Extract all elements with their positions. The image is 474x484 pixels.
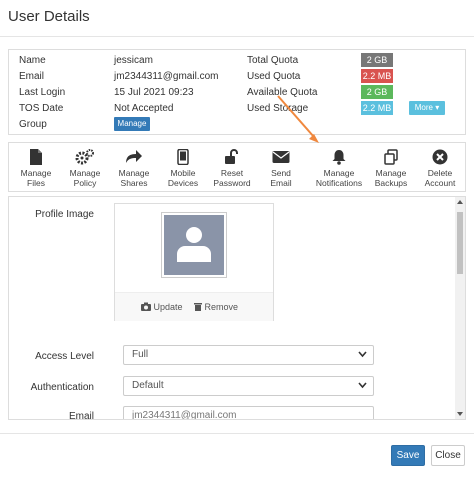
scroll-down-icon[interactable] — [457, 412, 463, 416]
scroll-thumb[interactable] — [457, 212, 463, 274]
tool-label-2: Policy — [73, 178, 97, 188]
mobile-devices-button[interactable]: Mobile Devices — [158, 143, 208, 193]
tool-label-2: Devices — [167, 178, 199, 188]
trash-icon — [194, 303, 202, 311]
manage-notifications-button[interactable]: Manage Notifications — [311, 143, 367, 193]
tool-label-2: Email — [270, 178, 292, 188]
profile-image-label: Profile Image — [35, 209, 94, 220]
camera-icon — [141, 302, 151, 311]
manage-files-button[interactable]: Manage Files — [11, 143, 61, 193]
tool-label-1: Reset — [220, 168, 244, 178]
total-quota-badge: 2 GB — [361, 53, 393, 67]
update-image-button[interactable]: Update — [141, 302, 183, 312]
manage-shares-button[interactable]: Manage Shares — [109, 143, 159, 193]
authentication-label: Authentication — [30, 382, 94, 393]
name-label: Name — [19, 55, 46, 66]
email-label: Email — [19, 71, 45, 82]
used-storage-label: Used Storage — [247, 103, 309, 114]
action-toolbar: Manage Files Manage Policy Manage Shares… — [8, 142, 466, 192]
image-actions: Update Remove — [115, 292, 273, 321]
tool-label-1: Mobile — [170, 168, 196, 178]
tool-label-1: Send — [271, 168, 291, 178]
user-details-modal: User Details Name Email Last Login TOS D… — [0, 0, 474, 484]
last-login-label: Last Login — [19, 87, 66, 98]
total-quota-label: Total Quota — [247, 55, 299, 66]
default-avatar-icon — [164, 215, 224, 275]
used-quota-badge: 2.2 MB — [361, 69, 393, 83]
header-divider — [0, 36, 474, 37]
tool-label-2: Notifications — [315, 178, 363, 188]
delete-account-button[interactable]: Delete Account — [415, 143, 465, 193]
email-field[interactable]: jm2344311@gmail.com — [123, 406, 374, 419]
tos-date-value: Not Accepted — [114, 103, 174, 114]
email-value: jm2344311@gmail.com — [114, 71, 219, 82]
tool-label-1: Delete — [427, 168, 453, 178]
copy-icon — [384, 149, 398, 165]
used-quota-label: Used Quota — [247, 71, 301, 82]
footer-divider — [0, 433, 474, 434]
close-button[interactable]: Close — [431, 445, 465, 466]
tool-label-2: Files — [27, 178, 45, 188]
chevron-down-icon — [358, 351, 367, 358]
access-level-value: Full — [132, 349, 149, 360]
tool-label-1: Manage — [69, 168, 101, 178]
authentication-select[interactable]: Default — [123, 376, 374, 396]
remove-image-button[interactable]: Remove — [194, 302, 238, 312]
access-level-select[interactable]: Full — [123, 345, 374, 365]
save-button[interactable]: Save — [391, 445, 425, 466]
gears-icon — [75, 149, 94, 165]
envelope-icon — [272, 151, 290, 163]
avatar — [161, 212, 227, 278]
bell-icon — [332, 150, 346, 165]
tos-date-label: TOS Date — [19, 103, 64, 114]
tool-label-1: Manage — [20, 168, 52, 178]
authentication-value: Default — [132, 380, 164, 391]
delete-circle-icon — [432, 149, 448, 165]
scroll-up-icon[interactable] — [457, 200, 463, 204]
file-icon — [30, 149, 42, 165]
tool-label-1: Manage — [375, 168, 407, 178]
name-value: jessicam — [114, 55, 153, 66]
tool-label-2: Password — [213, 178, 251, 188]
available-quota-label: Available Quota — [247, 87, 318, 98]
chevron-down-icon — [358, 382, 367, 389]
available-quota-badge: 2 GB — [361, 85, 393, 99]
manage-policy-button[interactable]: Manage Policy — [60, 143, 110, 193]
user-info-panel: Name Email Last Login TOS Date Group jes… — [8, 49, 466, 135]
share-arrow-icon — [126, 150, 142, 163]
send-email-button[interactable]: Send Email — [256, 143, 306, 193]
group-label: Group — [19, 119, 47, 130]
update-label: Update — [153, 302, 183, 312]
group-manage-button[interactable]: Manage — [114, 117, 150, 131]
access-level-label: Access Level — [35, 351, 94, 362]
modal-title: User Details — [8, 8, 90, 25]
tool-label-1: Manage — [118, 168, 150, 178]
unlock-icon — [225, 149, 238, 164]
email-field-label: Email — [68, 411, 94, 420]
scrollbar[interactable] — [455, 197, 465, 419]
user-form-panel: Profile Image Update Remove Access Level… — [8, 196, 466, 420]
reset-password-button[interactable]: Reset Password — [207, 143, 257, 193]
profile-image-box: Update Remove — [114, 203, 274, 321]
last-login-value: 15 Jul 2021 09:23 — [114, 87, 194, 98]
more-dropdown-button[interactable]: More ▾ — [409, 101, 445, 115]
mobile-icon — [177, 149, 189, 165]
tool-label-2: Shares — [120, 178, 148, 188]
tool-label-1: Manage — [323, 168, 355, 178]
tool-label-2: Backups — [374, 178, 408, 188]
tool-label-2: Account — [424, 178, 456, 188]
manage-backups-button[interactable]: Manage Backups — [366, 143, 416, 193]
remove-label: Remove — [204, 302, 239, 312]
used-storage-badge: 2.2 MB — [361, 101, 393, 115]
